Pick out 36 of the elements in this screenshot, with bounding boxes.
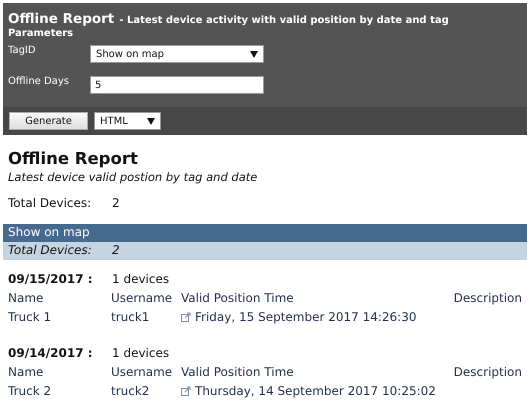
section-heading: Parameters bbox=[8, 28, 74, 39]
device-count: 1 devices bbox=[112, 272, 170, 286]
external-link-icon[interactable] bbox=[181, 386, 191, 396]
report-heading: Offline Report bbox=[8, 149, 139, 168]
device-count: 1 devices bbox=[112, 346, 170, 360]
external-link-icon[interactable] bbox=[181, 312, 191, 322]
column-header: Description bbox=[454, 365, 522, 379]
table-cell-text: truck1 bbox=[111, 310, 150, 324]
report-description: - Latest device activity with valid position by date and tag bbox=[119, 15, 449, 26]
tag-dropdown[interactable]: Show on map bbox=[90, 45, 264, 63]
column-header: Username bbox=[111, 365, 174, 379]
column-header: Name bbox=[8, 365, 44, 379]
report-subtitle: Latest device valid postion by tag and date bbox=[8, 170, 258, 184]
position-time-link[interactable]: Thursday, 14 September 2017 10:25:02 bbox=[195, 384, 436, 398]
field-label: Offline Days bbox=[8, 76, 70, 87]
input-field[interactable]: 5 bbox=[90, 76, 264, 94]
column-header: Username bbox=[111, 291, 174, 305]
group-header: Show on map bbox=[3, 224, 527, 242]
generate-button[interactable]: Generate bbox=[9, 112, 88, 130]
position-time-link[interactable]: Friday, 15 September 2017 14:26:30 bbox=[195, 310, 416, 324]
table-cell-text: Truck 1 bbox=[8, 310, 52, 324]
column-header: Description bbox=[454, 291, 522, 305]
report-title: Offline Report bbox=[8, 11, 114, 27]
column-header: Valid Position Time bbox=[181, 291, 295, 305]
total-label: Total Devices: bbox=[8, 196, 92, 210]
total-value: 2 bbox=[112, 243, 120, 259]
table-cell-text: truck2 bbox=[111, 384, 150, 398]
date-heading: 09/14/2017 : bbox=[8, 346, 94, 360]
column-header: Name bbox=[8, 291, 44, 305]
format-dropdown[interactable]: HTML bbox=[94, 112, 161, 130]
date-heading: 09/15/2017 : bbox=[8, 272, 94, 286]
column-header: Valid Position Time bbox=[181, 365, 295, 379]
table-cell-text: Truck 2 bbox=[8, 384, 52, 398]
field-label: TagID bbox=[8, 45, 37, 56]
total-value: 2 bbox=[112, 196, 120, 210]
total-label: Total Devices: bbox=[8, 243, 93, 259]
